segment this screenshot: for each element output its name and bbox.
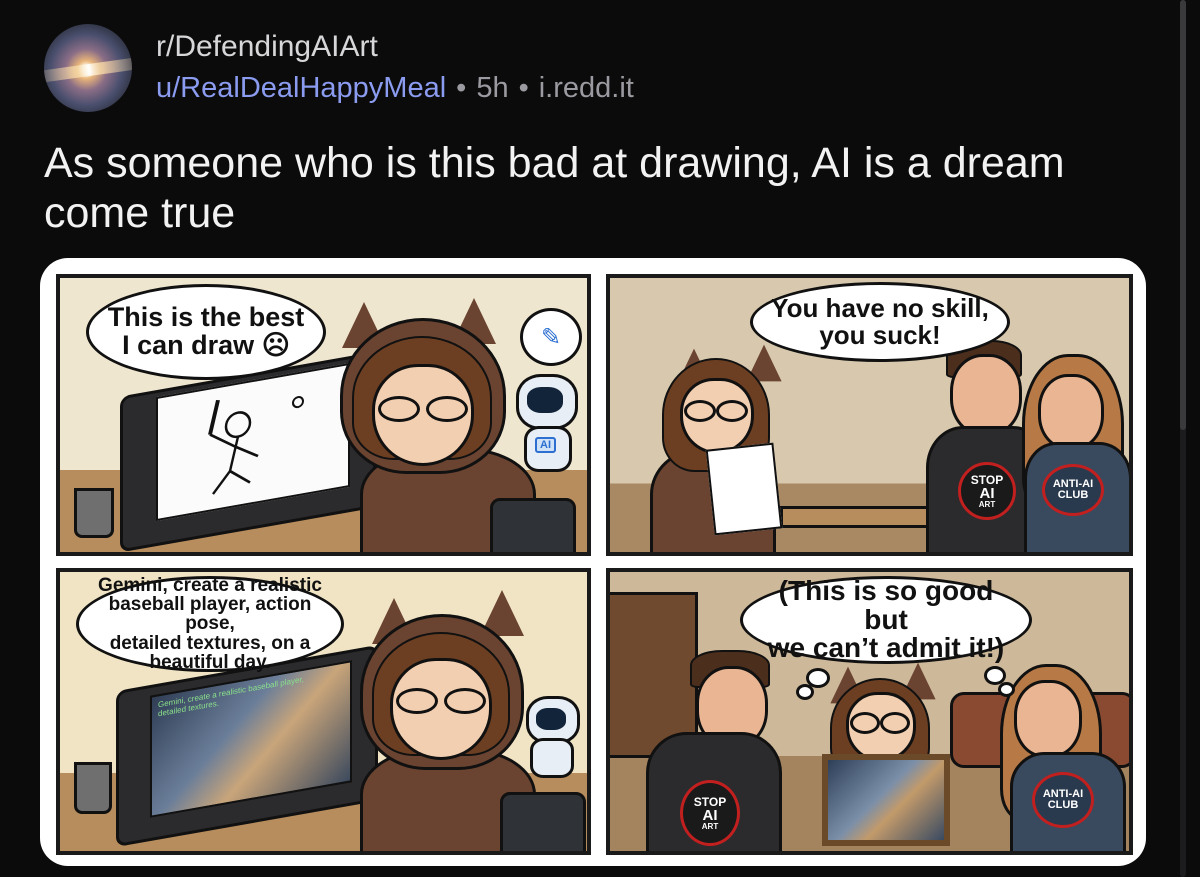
post-header: r/DefendingAIArt u/RealDealHappyMeal • 5h •… (44, 22, 1144, 112)
chair (500, 792, 586, 851)
post-domain[interactable]: i.redd.it (539, 72, 634, 104)
badge-text-ai: AI (979, 484, 995, 502)
angry-woman-face (1038, 374, 1104, 450)
stop-ai-art-badge: STOP AI ART (680, 780, 740, 846)
badge-text-ai: AI (702, 806, 718, 824)
author-link[interactable]: u/RealDealHappyMeal (156, 72, 446, 104)
post-meta: u/RealDealHappyMeal • 5h • i.redd.it (156, 72, 634, 105)
stop-ai-art-badge: STOP AI ART (958, 462, 1016, 520)
subreddit-name[interactable]: r/DefendingAIArt (156, 30, 378, 64)
scrollbar-thumb[interactable] (1180, 0, 1186, 430)
badge-text-stop: STOP (970, 472, 1004, 487)
meta-separator: • (518, 72, 529, 104)
thought-bubble: (This is so good but we can’t admit it!) (740, 576, 1032, 664)
framed-baseball-picture (822, 754, 950, 846)
comic-panel-4: STOP AI ART ANTI-AI CLUB (This is so goo… (606, 568, 1133, 855)
post-age: 5h (476, 72, 509, 104)
post-image[interactable]: ✎ AI This is the best I can draw ☹ STOP … (40, 258, 1146, 866)
speech-bubble: This is the best I can draw ☹ (86, 284, 326, 380)
robot-assistant-head (526, 696, 580, 744)
comic-panel-3: Gemini, create a realistic baseball play… (56, 568, 591, 855)
pencil-cup (74, 762, 112, 814)
badge-text-club: CLUB (1047, 799, 1079, 811)
page-scrollbar[interactable] (1180, 0, 1186, 877)
pencil-cup (74, 488, 114, 538)
badge-text-art: ART (701, 821, 719, 831)
chair (490, 498, 576, 552)
post-title[interactable]: As someone who is this bad at drawing, A… (44, 138, 1104, 238)
speech-bubble: You have no skill, you suck! (750, 282, 1010, 362)
badge-text-stop: STOP (693, 794, 727, 809)
robot-assistant-body: AI (524, 426, 572, 472)
pencil-icon: ✎ (520, 308, 582, 366)
thought-dot (998, 682, 1015, 697)
table (780, 506, 946, 528)
robot-assistant-body (530, 738, 574, 778)
subreddit-avatar[interactable] (44, 24, 132, 112)
comic-panel-2: STOP AI ART ANTI-AI CLUB You have no ski… (606, 274, 1133, 556)
robot-ai-label: AI (535, 437, 556, 453)
robot-assistant-head (516, 374, 578, 430)
badge-text-art: ART (978, 499, 996, 509)
comic-panel-1: ✎ AI This is the best I can draw ☹ (56, 274, 591, 556)
anti-ai-club-badge: ANTI-AI CLUB (1042, 464, 1104, 516)
angry-man-face (950, 354, 1022, 436)
woman-face (1014, 680, 1082, 758)
meta-separator: • (456, 72, 467, 104)
speech-bubble: Gemini, create a realistic baseball play… (76, 575, 344, 672)
anti-ai-club-badge: ANTI-AI CLUB (1032, 772, 1094, 828)
badge-text-club: CLUB (1057, 489, 1089, 501)
stick-figure-paper (705, 442, 783, 536)
thought-dot (796, 684, 814, 700)
